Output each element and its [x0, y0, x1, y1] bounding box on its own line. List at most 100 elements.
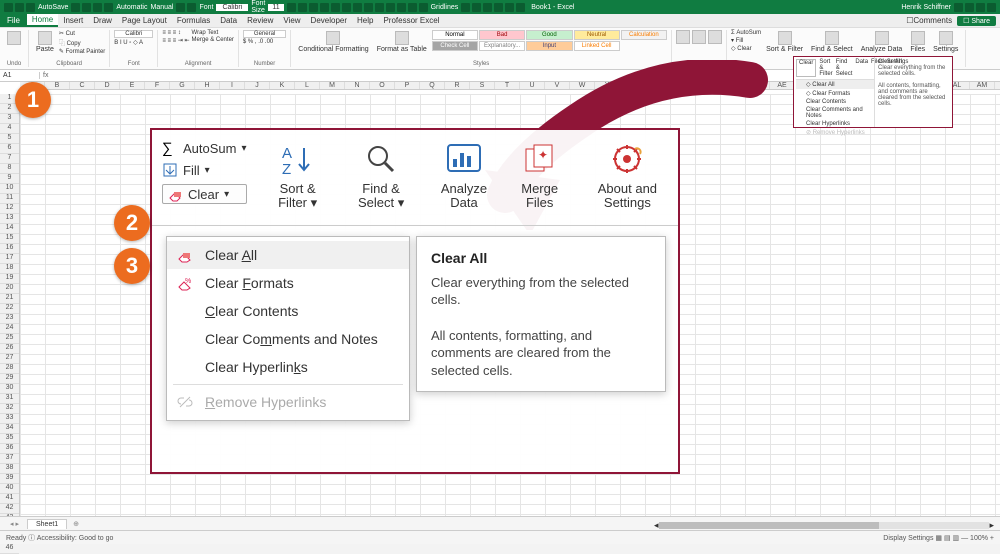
row-head[interactable]: 19: [0, 274, 19, 284]
tab-data[interactable]: Data: [215, 14, 242, 27]
tab-insert[interactable]: Insert: [58, 14, 88, 27]
col-head[interactable]: M: [320, 82, 345, 89]
col-head[interactable]: Q: [420, 82, 445, 89]
row-head[interactable]: 38: [0, 464, 19, 474]
font-name-qat[interactable]: Calibri: [216, 4, 248, 11]
col-head[interactable]: AM: [970, 82, 995, 89]
row-head[interactable]: 41: [0, 494, 19, 504]
col-head[interactable]: D: [95, 82, 120, 89]
copy-button[interactable]: ⿻ Copy: [59, 38, 105, 47]
row-head[interactable]: 24: [0, 324, 19, 334]
row-head[interactable]: 27: [0, 354, 19, 364]
font-name-box[interactable]: Calibri: [114, 30, 153, 38]
row-head[interactable]: 37: [0, 454, 19, 464]
row-head[interactable]: 30: [0, 384, 19, 394]
analyze-data-button[interactable]: Analyze Data: [435, 140, 492, 211]
cell-style[interactable]: Calculation: [621, 30, 667, 40]
calc-mode-manual[interactable]: Manual: [150, 4, 173, 11]
horizontal-scrollbar[interactable]: ◂▸: [654, 520, 994, 530]
tab-professorexcel[interactable]: Professor Excel: [378, 14, 444, 27]
row-head[interactable]: 4: [0, 124, 19, 134]
row-head[interactable]: 46: [0, 544, 19, 554]
cell-style[interactable]: Explanatory...: [479, 41, 525, 51]
cell-style[interactable]: Input: [526, 41, 572, 51]
col-head[interactable]: T: [495, 82, 520, 89]
calc-mode-auto[interactable]: Automatic: [116, 4, 147, 11]
row-head[interactable]: 32: [0, 404, 19, 414]
autosave-label[interactable]: AutoSave: [38, 4, 68, 11]
row-head[interactable]: 35: [0, 434, 19, 444]
row-head[interactable]: 17: [0, 254, 19, 264]
col-head[interactable]: AC: [720, 82, 745, 89]
col-head[interactable]: P: [395, 82, 420, 89]
row-head[interactable]: 26: [0, 344, 19, 354]
row-head[interactable]: 9: [0, 174, 19, 184]
col-head[interactable]: S: [470, 82, 495, 89]
row-head[interactable]: 18: [0, 264, 19, 274]
quick-access-toolbar[interactable]: [4, 3, 35, 12]
tab-view[interactable]: View: [278, 14, 305, 27]
menu-clear-formats[interactable]: % Clear Formats: [167, 269, 409, 297]
row-head[interactable]: 36: [0, 444, 19, 454]
tab-pagelayout[interactable]: Page Layout: [117, 14, 172, 27]
tab-draw[interactable]: Draw: [88, 14, 117, 27]
number-format-box[interactable]: General: [243, 30, 286, 38]
find-select-button[interactable]: Find & Select ▾: [349, 140, 414, 211]
col-head[interactable]: H: [195, 82, 220, 89]
col-head[interactable]: I: [220, 82, 245, 89]
user-name[interactable]: Henrik Schiffner: [901, 4, 951, 11]
tab-developer[interactable]: Developer: [306, 14, 352, 27]
row-head[interactable]: 3: [0, 114, 19, 124]
row-head[interactable]: 11: [0, 194, 19, 204]
col-head[interactable]: R: [445, 82, 470, 89]
autosum-ribbon[interactable]: Σ AutoSum: [731, 30, 761, 36]
row-head[interactable]: 14: [0, 224, 19, 234]
fill-line[interactable]: Fill ▾: [162, 162, 247, 178]
col-head[interactable]: AE: [770, 82, 795, 89]
tab-home[interactable]: Home: [27, 14, 58, 27]
col-head[interactable]: AB: [695, 82, 720, 89]
name-box[interactable]: A1: [0, 72, 40, 79]
cell-style[interactable]: Good: [526, 30, 572, 40]
row-head[interactable]: 25: [0, 334, 19, 344]
row-head[interactable]: 22: [0, 304, 19, 314]
merge-files-button[interactable]: ✦ Merge Files: [515, 140, 565, 211]
cell-style[interactable]: Bad: [479, 30, 525, 40]
col-head[interactable]: L: [295, 82, 320, 89]
paste-icon[interactable]: [38, 31, 52, 45]
col-head[interactable]: Z: [645, 82, 670, 89]
row-head[interactable]: 10: [0, 184, 19, 194]
row-head[interactable]: 16: [0, 244, 19, 254]
sheet-tab-1[interactable]: Sheet1: [27, 519, 67, 529]
row-head[interactable]: 28: [0, 364, 19, 374]
row-head[interactable]: 39: [0, 474, 19, 484]
col-head[interactable]: J: [245, 82, 270, 89]
cell-style[interactable]: Normal: [432, 30, 478, 40]
display-settings[interactable]: Display Settings: [883, 535, 933, 542]
row-head[interactable]: 15: [0, 234, 19, 244]
col-head[interactable]: U: [520, 82, 545, 89]
row-head[interactable]: 8: [0, 164, 19, 174]
col-head[interactable]: G: [170, 82, 195, 89]
tab-file[interactable]: File: [0, 14, 27, 27]
clear-dropdown-button[interactable]: Clear ▾: [162, 184, 247, 204]
col-head[interactable]: O: [370, 82, 395, 89]
cell-style[interactable]: Neutral: [574, 30, 620, 40]
comments-button[interactable]: ☐ Comments: [901, 14, 957, 27]
wrap-text-button[interactable]: Wrap Text: [192, 30, 234, 36]
row-head[interactable]: 29: [0, 374, 19, 384]
row-head[interactable]: 12: [0, 204, 19, 214]
merge-center-button[interactable]: Merge & Center: [192, 37, 234, 43]
fx-icon[interactable]: fx: [40, 72, 51, 79]
format-painter-button[interactable]: ✎ Format Painter: [59, 48, 105, 55]
add-sheet-button[interactable]: ⊕: [73, 520, 79, 528]
row-head[interactable]: 23: [0, 314, 19, 324]
col-head[interactable]: B: [45, 82, 70, 89]
cut-button[interactable]: ✂ Cut: [59, 30, 105, 37]
row-head[interactable]: 31: [0, 394, 19, 404]
row-head[interactable]: 34: [0, 424, 19, 434]
tab-formulas[interactable]: Formulas: [172, 14, 215, 27]
col-head[interactable]: X: [595, 82, 620, 89]
menu-clear-all[interactable]: Clear All: [167, 241, 409, 269]
col-head[interactable]: AD: [745, 82, 770, 89]
